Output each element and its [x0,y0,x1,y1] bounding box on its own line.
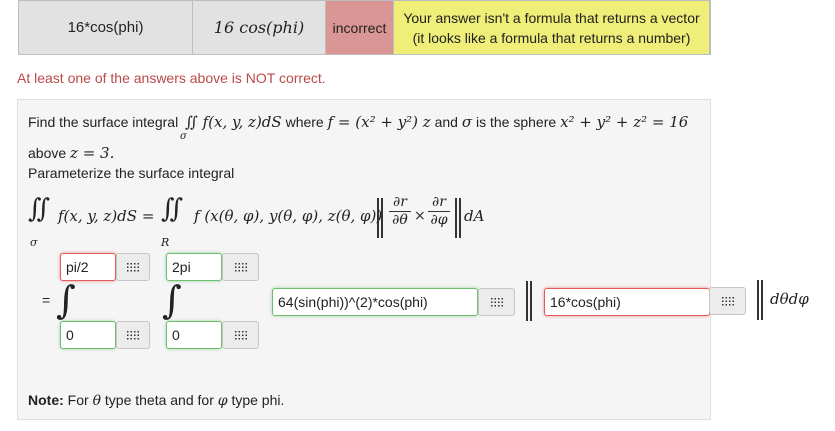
entered-answer-cell: 16*cos(phi) [19,1,193,54]
lower-limit-1-input[interactable]: 0 [60,321,116,349]
message-line-1: Your answer isn't a formula that returns… [403,9,700,26]
lhs-integrand: f(x, y, z)dS = [58,207,155,225]
lower-limit-2-palette-button[interactable] [222,321,259,349]
grid-icon [233,330,248,340]
grid-icon [126,262,140,272]
note-text-1: type theta and for [104,392,214,408]
problem-line-1: Find the surface integral ∬ f(x, y, z)dS… [28,113,688,131]
upper-limit-1-palette-button[interactable] [116,253,150,281]
integral-sign-1: ∫ [56,278,76,322]
norm-bar-right-1 [455,198,457,238]
integrand-palette-button[interactable] [478,288,515,316]
r-label: R [161,236,170,249]
note-line: Note: For θ type theta and for φ type ph… [28,392,284,409]
integrand-input[interactable]: 64(sin(phi))^(2)*cos(phi) [272,288,478,316]
cross-symbol: × [414,208,426,224]
cross-norm-bar-right-2 [761,280,763,320]
z-condition: z = 3. [70,144,115,162]
equals-sign: = [42,292,51,308]
norm-bar-right-2 [459,198,461,238]
rhs-integrand: f (x(θ, φ), y(θ, φ), z(θ, φ)) [194,207,383,225]
is-text: is the sphere [476,114,557,130]
grid-icon [233,262,248,272]
sigma-symbol: σ [461,113,473,131]
cross-norm-bar-right-1 [757,280,759,320]
cross-norm-bar-left-1 [526,281,528,321]
note-text-2: type phi. [231,392,285,408]
partial-r-theta: ∂r ∂θ [389,194,411,228]
cross-product-palette-button[interactable] [709,287,746,315]
function-def: f = (x² + y²) z [327,113,431,131]
results-table: 16*cos(phi) 16 cos(phi) incorrect Your a… [18,0,711,55]
answer-preview-cell: 16 cos(phi) [193,1,326,54]
da-symbol: dA [464,207,485,225]
integral-sign-2: ∫ [162,278,182,322]
and-text: and [434,114,458,130]
sigma-subscript: σ [180,131,187,142]
grid-icon [720,296,735,306]
message-cell: Your answer isn't a formula that returns… [394,1,710,54]
answer-preview: 16 cos(phi) [213,18,305,37]
note-theta: θ [92,393,101,409]
grid-icon [126,330,140,340]
note-for-text: For [67,392,89,408]
problem-line-2: above z = 3. [28,144,114,162]
double-integral-sigma-icon: ∬ [28,194,51,224]
note-phi: φ [217,393,228,409]
parameterize-text: Parameterize the surface integral [28,165,235,181]
result-cell: incorrect [326,1,394,54]
find-text: Find the surface integral [28,114,179,130]
warning-message: At least one of the answers above is NOT… [17,70,326,86]
note-label: Note: [28,392,64,408]
lower-limit-2-input[interactable]: 0 [166,321,222,349]
norm-bar-left-1 [377,198,379,238]
upper-limit-2-palette-button[interactable] [222,253,259,281]
double-integral-r-icon: ∬ [161,194,184,224]
message-line-2: (it looks like a formula that returns a … [412,29,691,46]
grid-icon [489,297,504,307]
upper-limit-2-input[interactable]: 2pi [166,253,222,281]
surface-integral-expr: ∬ f(x, y, z)dS [185,113,282,131]
problem-panel: Find the surface integral ∬ f(x, y, z)dS… [17,99,711,420]
lower-limit-1-palette-button[interactable] [116,321,150,349]
above-text: above [28,145,67,161]
sigma-label: σ [30,236,38,249]
partial-r-phi: ∂r ∂φ [428,194,450,228]
cross-product-input[interactable]: 16*cos(phi) [544,288,710,316]
norm-bar-left-2 [381,198,383,238]
upper-limit-1-input[interactable]: pi/2 [60,253,116,281]
differential: dθdφ [770,290,809,308]
cross-norm-bar-left-2 [530,281,532,321]
sphere-equation: x² + y² + z² = 16 [560,113,689,131]
where-text: where [285,114,324,130]
